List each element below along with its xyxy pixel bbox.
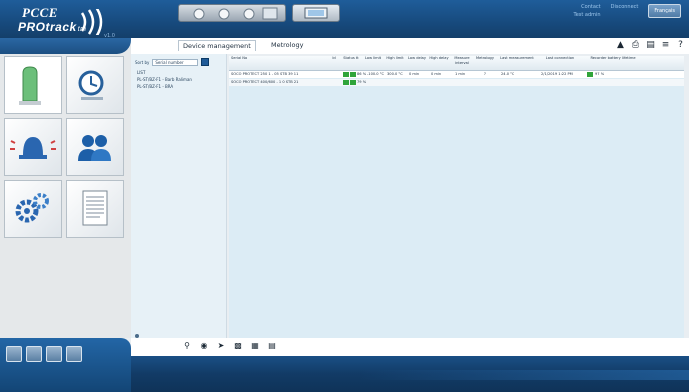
cell-status: 86 % [357, 72, 367, 76]
tree-root[interactable]: LIST [137, 70, 145, 75]
footer-bar [0, 338, 689, 392]
logo-brand-text: PROtrack [18, 20, 77, 34]
cell-last-measurement: 24.0 °C [501, 72, 515, 76]
col-status[interactable]: Status tt [341, 56, 361, 70]
footer-highlight [360, 370, 689, 380]
tile-reports[interactable] [66, 180, 124, 238]
reports-icon[interactable] [6, 346, 22, 362]
bottom-toolbar: ⚲ ◉ ➤ ▩ ▦ ▤ [131, 338, 689, 356]
device-icon [19, 66, 41, 105]
status-ok-icon [343, 80, 349, 85]
settings-gears-icon [15, 193, 49, 223]
table-row[interactable]: SOCO PROTECT 400/600 - 1 0 STB 21 79 % [229, 79, 684, 86]
sensors-graphic-icon [178, 4, 286, 22]
table-row[interactable]: SOCO PROTECT 250 1 - 05 STB 39 11 86 % -… [229, 71, 684, 78]
left-panel-header [0, 38, 131, 54]
save-icon[interactable]: ▤ [646, 41, 655, 50]
col-serial[interactable]: Serial No [231, 56, 326, 70]
col-battery[interactable]: Recorder battery lifetime [583, 56, 643, 70]
col-low-delay[interactable]: Low delay [407, 56, 427, 70]
tile-devices[interactable] [4, 56, 62, 114]
cell-status: 79 % [357, 80, 367, 84]
col-id[interactable]: Id [327, 56, 341, 70]
tile-users[interactable] [66, 118, 124, 176]
battery-ok-icon [587, 72, 593, 77]
tree-item[interactable]: PL-ST/BZ-F1 - Barb Raliman [137, 77, 192, 82]
bottom-toolbar-icons: ⚲ ◉ ➤ ▩ ▦ ▤ [183, 342, 276, 350]
device-grid: Serial No Id Status tt Low limit High li… [229, 56, 684, 338]
cell-high-delay: 0 min [431, 72, 442, 76]
sort-label: Sort by [135, 59, 150, 65]
truck-icon[interactable]: ▩ [234, 342, 242, 350]
wireless-waves-icon [80, 9, 103, 35]
tile-scheduling[interactable] [66, 56, 124, 114]
help-icon[interactable]: ? [676, 41, 685, 50]
col-last-measurement[interactable]: Last measurement [497, 56, 537, 70]
footer-buttons [6, 346, 82, 362]
contact-block: Contact Test admin [574, 4, 601, 18]
tabs-bar: Device management Metrology ▲ ⎙ ▤ ≡ ? [131, 38, 689, 54]
disconnect-link[interactable]: Disconnect [611, 4, 639, 10]
cell-low-limit: -100.0 °C [367, 72, 385, 76]
top-banner: PCCE PROtracktm v1.0 Contact Test admin … [0, 0, 689, 39]
toolbar-right: ▲ ⎙ ▤ ≡ ? [616, 41, 685, 50]
tree-item[interactable]: PL-ST/BZ-F1 - BRA [137, 84, 173, 89]
device-tree-panel: Sort by Serial number LIST PL-ST/BZ-F1 -… [131, 54, 227, 338]
cell-high-limit: 300.0 °C [387, 72, 403, 76]
cell-metrology: ? [484, 72, 486, 76]
col-metrology[interactable]: Metrology [474, 56, 496, 70]
cell-low-delay: 0 min [409, 72, 420, 76]
cell-serial: SOCO PROTECT 400/600 - 1 0 STB 21 [231, 80, 299, 84]
sort-select[interactable]: Serial number [152, 58, 199, 66]
users-icon [78, 135, 111, 161]
calendar-icon[interactable] [26, 346, 42, 362]
search-icon[interactable]: ⚲ [183, 342, 191, 350]
sort-go-button[interactable] [201, 58, 210, 66]
grid-header: Serial No Id Status tt Low limit High li… [229, 56, 684, 71]
status-ok-icon [343, 72, 349, 77]
cell-battery: 97 % [595, 72, 605, 76]
export-icon[interactable]: ≡ [661, 41, 670, 50]
status-ok-icon [350, 80, 356, 85]
report-icon[interactable]: ▤ [268, 342, 276, 350]
clock-icon [78, 70, 104, 100]
col-high-delay[interactable]: High delay [429, 56, 449, 70]
config-icon[interactable]: ▦ [251, 342, 259, 350]
col-measure-interval[interactable]: Measure interval [451, 56, 473, 70]
locate-icon[interactable]: ◉ [200, 342, 208, 350]
current-user: Test admin [573, 12, 601, 18]
logo-brand-top: PCCE [22, 5, 58, 20]
assign-icon[interactable]: ➤ [217, 342, 225, 350]
left-panel [0, 38, 131, 338]
status-ok-icon [350, 72, 356, 77]
header-graphics [178, 4, 340, 24]
top-links: Contact Test admin Disconnect Français [574, 4, 681, 18]
edit-icon[interactable] [66, 346, 82, 362]
alarm-icon [10, 137, 56, 159]
sort-row: Sort by Serial number [135, 58, 210, 66]
language-button[interactable]: Français [648, 4, 681, 18]
col-high-limit[interactable]: High limit [385, 56, 405, 70]
cell-serial: SOCO PROTECT 250 1 - 05 STB 39 11 [231, 72, 299, 76]
upload-icon[interactable]: ▲ [616, 41, 625, 50]
print-icon[interactable]: ⎙ [631, 41, 640, 50]
document-icon [82, 190, 108, 226]
tab-device-management[interactable]: Device management [178, 40, 256, 51]
computer-graphic-icon [292, 4, 340, 22]
tile-settings[interactable] [4, 180, 62, 238]
tab-metrology[interactable]: Metrology [267, 40, 307, 50]
shield-icon[interactable] [46, 346, 62, 362]
tile-alarms[interactable] [4, 118, 62, 176]
module-tiles [4, 56, 130, 250]
cell-last-connection: 2/1/2019 1:22 PM [541, 72, 573, 76]
app-logo: PCCE PROtracktm v1.0 [6, 3, 126, 43]
contact-link[interactable]: Contact [574, 4, 600, 10]
col-low-limit[interactable]: Low limit [363, 56, 383, 70]
col-last-connection[interactable]: Last connection [539, 56, 581, 70]
cell-interval: 1 min [455, 72, 466, 76]
